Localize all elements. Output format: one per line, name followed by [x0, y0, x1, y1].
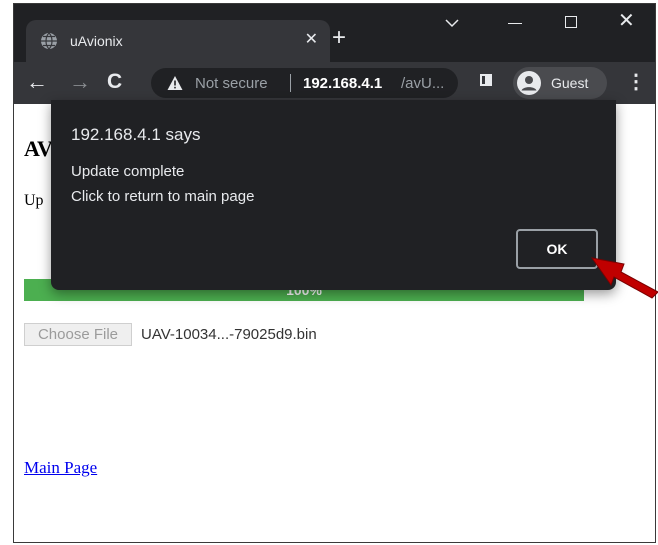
forward-arrow-icon[interactable]: → — [69, 70, 91, 94]
security-label[interactable]: Not secure — [195, 75, 268, 92]
tab-close-icon[interactable]: ✕ — [305, 30, 318, 50]
page-title: AV — [24, 136, 53, 161]
alert-dialog: 192.168.4.1 says Update complete Click t… — [51, 100, 616, 290]
dialog-title: 192.168.4.1 says — [71, 125, 201, 144]
tab-strip: uAvionix ✕ + ✕ — [14, 4, 655, 62]
window-close-icon[interactable]: ✕ — [618, 8, 635, 34]
selected-file-name: UAV-10034...-79025d9.bin — [141, 326, 317, 343]
red-arrow-icon — [590, 257, 658, 299]
browser-toolbar: ← → C Not secure 192.168.4.1 /avU... Gue… — [14, 62, 655, 104]
dialog-message-line2: Click to return to main page — [71, 188, 255, 205]
profile-label: Guest — [551, 75, 589, 91]
url-host[interactable]: 192.168.4.1 — [303, 75, 382, 92]
chevron-down-icon[interactable] — [444, 16, 460, 30]
address-bar[interactable]: Not secure 192.168.4.1 /avU... — [151, 68, 458, 98]
side-panel-icon[interactable] — [480, 74, 492, 86]
page-status-text: Up — [24, 192, 44, 209]
choose-file-button[interactable]: Choose File — [24, 323, 132, 346]
address-divider — [290, 74, 291, 92]
new-tab-button[interactable]: + — [332, 26, 346, 50]
maximize-icon[interactable] — [565, 16, 577, 28]
reload-icon[interactable]: C — [107, 70, 122, 94]
tab-title: uAvionix — [70, 33, 123, 49]
tab-uavionix[interactable]: uAvionix ✕ — [26, 20, 330, 62]
ok-button[interactable]: OK — [516, 229, 598, 269]
minimize-icon[interactable] — [508, 23, 522, 24]
main-page-link[interactable]: Main Page — [24, 458, 97, 478]
url-path[interactable]: /avU... — [401, 75, 444, 92]
back-arrow-icon[interactable]: ← — [26, 70, 48, 94]
warning-icon[interactable] — [167, 75, 183, 91]
profile-button[interactable]: Guest — [513, 67, 607, 99]
kebab-menu-icon[interactable]: ⋮ — [626, 70, 646, 94]
globe-icon — [41, 32, 57, 50]
dialog-message-line1: Update complete — [71, 163, 185, 180]
avatar-icon — [517, 71, 541, 95]
